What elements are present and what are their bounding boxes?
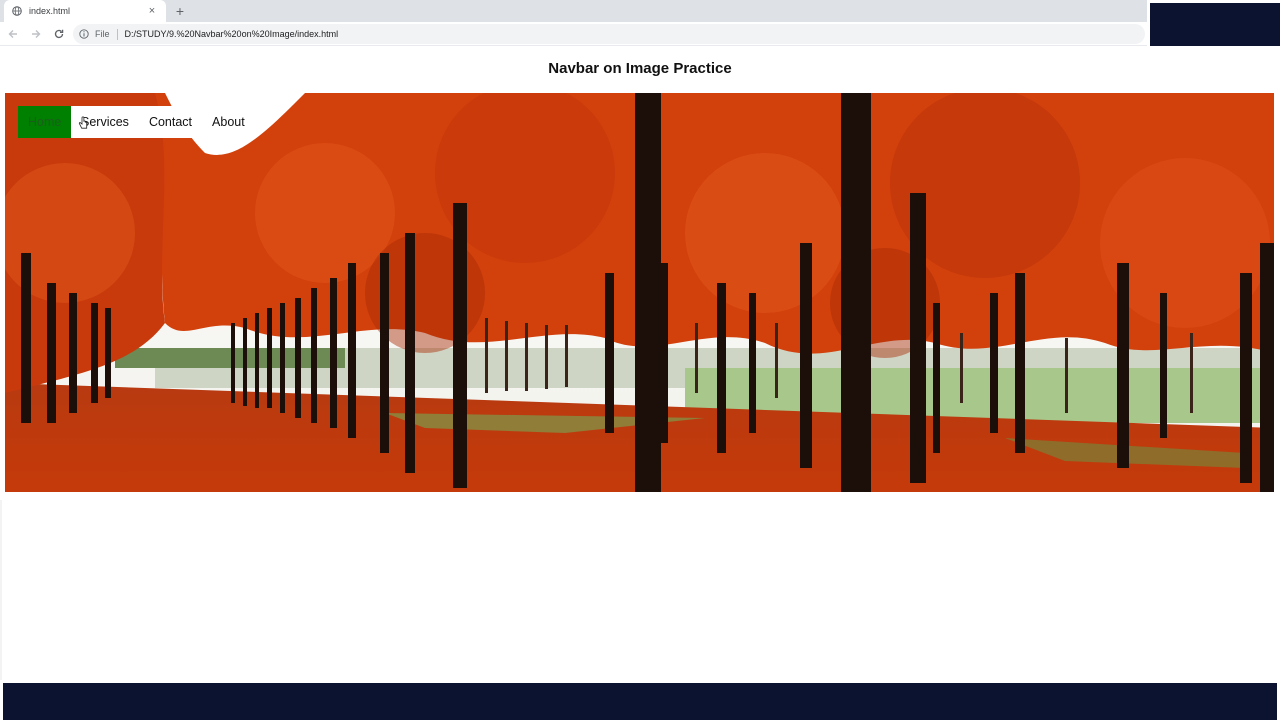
url-text[interactable]: D:/STUDY/9.%20Navbar%20on%20Image/index.… [125,29,339,39]
autumn-trees-image [5,93,1274,492]
reload-icon[interactable] [49,24,69,44]
browser-toolbar: File D:/STUDY/9.%20Navbar%20on%20Image/i… [0,22,1147,46]
page-title: Navbar on Image Practice [548,60,732,77]
url-scheme: File [95,29,110,39]
navbar: Home Services Contact About [18,106,255,138]
hero-image [5,93,1274,492]
nav-link-about[interactable]: About [202,106,255,138]
tab-strip: index.html × + [0,0,1147,22]
browser-tab[interactable]: index.html × [4,0,166,22]
new-tab-button[interactable]: + [172,2,188,20]
scroll-edge [0,500,2,680]
mouse-cursor-icon [78,116,88,130]
overlay-bar [3,683,1277,720]
close-icon[interactable]: × [146,5,158,17]
forward-icon[interactable] [26,24,46,44]
info-icon[interactable] [79,29,89,39]
tab-title: index.html [29,6,71,16]
nav-link-contact[interactable]: Contact [139,106,202,138]
globe-icon [12,6,22,16]
divider [116,28,118,40]
back-icon[interactable] [3,24,23,44]
overlay-block [1150,3,1280,46]
nav-link-home[interactable]: Home [18,106,71,138]
address-bar[interactable]: File D:/STUDY/9.%20Navbar%20on%20Image/i… [73,24,1145,44]
